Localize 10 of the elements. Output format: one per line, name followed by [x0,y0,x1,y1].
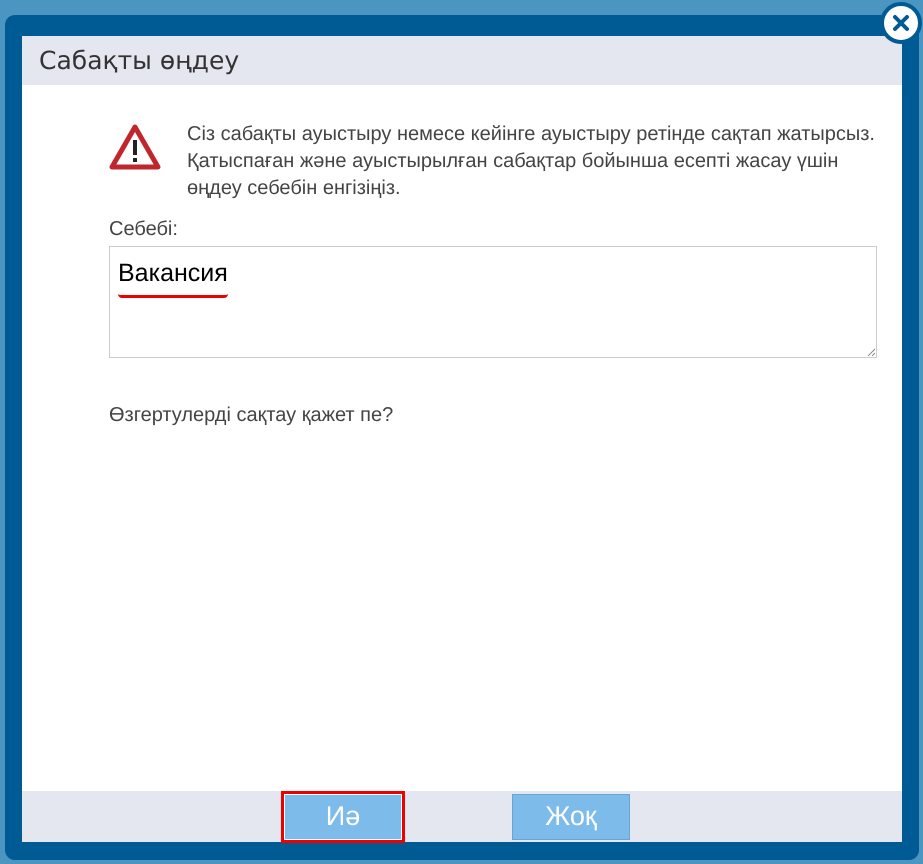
resize-grip-icon[interactable] [867,348,875,356]
reason-label: Себебі: [109,217,179,242]
dialog-button[interactable]: Жоқ [512,794,630,840]
reason-value: Вакансия [118,255,228,298]
dialog-title: Сабақты өңдеу [39,44,240,77]
close-icon [892,14,910,32]
question-text: Өзгертулерді сақтау қажет пе? [109,403,394,428]
reason-field[interactable]: Вакансия [109,246,877,358]
warning-icon [109,123,161,171]
warning-message: Сіз сабақты ауыстыру немесе кейінге ауыстыру ретінде сақтап жатырсыз. Қатыспаған және ауыстырылған сабақтар бойынша есепті жасау үшін өңдеу себебін енгізіңіз. [187,122,876,201]
